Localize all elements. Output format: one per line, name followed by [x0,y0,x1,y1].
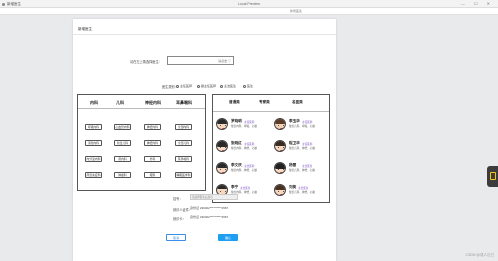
dept-button[interactable]: 新生儿科 [114,140,131,146]
dept-button[interactable]: 全部内科 [175,124,192,130]
doctor-tab-regular[interactable]: 普通类 [229,100,240,105]
doctor-card[interactable]: 李文庆 主治医师 擅长内科、神经、心脏 [216,162,274,176]
dept-header-internal[interactable]: 内科 [90,100,98,106]
doctor-header-divider [213,111,329,112]
dept-button[interactable]: 心血管内科 [114,124,131,130]
type-option-3[interactable]: 主治医生 [220,84,236,88]
type-option-2[interactable]: 副主任医师 [197,84,216,88]
dept-button[interactable]: 消化内科 [85,140,102,146]
radio-icon [197,84,200,88]
floating-side-widget[interactable] [487,166,498,187]
dept-button[interactable]: 肿瘤科 [114,172,131,178]
dept-button[interactable]: 全部儿科 [175,140,192,146]
doctor-specialty: 擅长儿科、神经、心脏 [289,147,315,150]
radio-icon [176,84,179,88]
doctor-card[interactable]: 张晓红 主任医师 擅长内科、神经、心脏 [216,140,274,154]
dept-button[interactable]: 神经内科 [144,124,161,130]
cancel-button[interactable]: 取消 [166,234,186,241]
type-option-1[interactable]: 主任医师 [176,84,192,88]
doctor-select-label: 请在左上角选择医生： [130,60,162,64]
doctor-panel: 普通类 专家类 名医类 罗晓明 主任医师 擅长内科、呼吸、心脏 李玉华 主任医师… [212,94,330,203]
dept-header-divider [78,108,205,109]
doctor-avatar-icon [274,118,286,130]
doctor-tab-famous[interactable]: 名医类 [292,100,303,105]
dept-button[interactable]: 外科 [144,156,161,162]
browser-tab-bar: 新增医生 Local Preview — ☐ ✕ [0,0,498,8]
doctor-select-input[interactable]: 请点击 ▽ [167,56,234,65]
fee-field: 请选择医生后显示 [190,194,238,200]
type-option-label: 主任医师 [180,84,193,88]
patient-card-label: 就诊卡： [173,217,186,221]
page-title: 新增医生 [78,27,92,31]
fee-label: 挂号： [173,197,183,201]
type-option-label: 副主任医师 [201,84,217,88]
doctor-card[interactable]: 程卫华 主任医师 擅长儿科、神经、心脏 [274,140,329,154]
type-option-label: 主治医生 [224,84,237,88]
doctor-tab-expert[interactable]: 专家类 [259,100,270,105]
window-controls[interactable]: — ☐ ✕ [461,1,494,7]
artboard-label: 新增医生 [290,9,303,13]
window-title: Local Preview [238,2,260,6]
doctor-specialty: 擅长内科、呼吸、心脏 [231,125,257,128]
doctor-specialty: 擅长内科、神经、心脏 [231,147,257,150]
page-canvas: 新增医生 请在左上角选择医生： 请点击 ▽ 医生类别： 主任医师 副主任医师 主… [73,19,336,261]
patient-id-value: 身份证 230402**********4567 [190,206,229,210]
dept-button[interactable]: 风湿免疫科 [85,172,102,178]
doctor-card[interactable]: 罗晓明 主任医师 擅长内科、呼吸、心脏 [216,118,274,132]
clipboard-icon [489,172,496,180]
dept-button[interactable]: 肾内科 [114,156,131,162]
doctor-avatar-icon [216,118,228,130]
radio-icon [220,84,223,88]
dept-header-ent[interactable]: 耳鼻喉科 [176,100,192,106]
doctor-specialty: 擅长内科、神经、心脏 [231,169,257,172]
dept-button[interactable]: 眼科 [144,172,161,178]
dept-header-neurology[interactable]: 神经内科 [145,100,161,106]
radio-icon [243,84,246,88]
doctor-specialty: 擅长儿科、神经、心脏 [289,169,315,172]
dept-button[interactable]: 呼吸内科 [85,124,102,130]
dept-button[interactable]: 神经内科 [144,140,161,146]
doctor-card[interactable]: 李玉华 主任医师 擅长儿科、呼吸、心脏 [274,118,329,132]
doctor-card[interactable]: 刘笑 主治医生 擅长儿科、神经、心脏 [274,184,329,198]
doctor-avatar-icon [274,162,286,174]
patient-card-value: 身份证 230402**********4567 [190,215,229,219]
doctor-card[interactable]: 杨丽 主治医生 擅长儿科、神经、心脏 [274,162,329,176]
doctor-avatar-icon [216,162,228,174]
doctor-specialty: 擅长儿科、神经、心脏 [289,191,315,194]
address-bar[interactable] [0,8,498,15]
doctor-specialty: 擅长儿科、呼吸、心脏 [289,125,315,128]
doctor-select-value: 请点击 ▽ [218,59,231,63]
title-divider [73,34,336,35]
confirm-button[interactable]: 确认 [218,234,238,241]
doctor-avatar-icon [216,140,228,152]
doctor-avatar-icon [274,184,286,196]
department-panel: 内科 儿科 神经内科 耳鼻喉科 呼吸内科 心血管内科 神经内科 全部内科 消化内… [77,94,206,191]
dept-button[interactable]: 耳鼻喉科 [175,156,192,162]
type-option-label: 医生 [247,84,254,88]
doctor-avatar-icon [274,140,286,152]
dept-button[interactable]: 内分泌内科 [85,156,102,162]
type-option-4[interactable]: 医生 [243,84,253,88]
dept-button[interactable]: 睡眠医学科 [175,172,192,178]
dept-header-pediatrics[interactable]: 儿科 [116,100,124,106]
watermark: CSDN @成人达己 [465,253,494,257]
